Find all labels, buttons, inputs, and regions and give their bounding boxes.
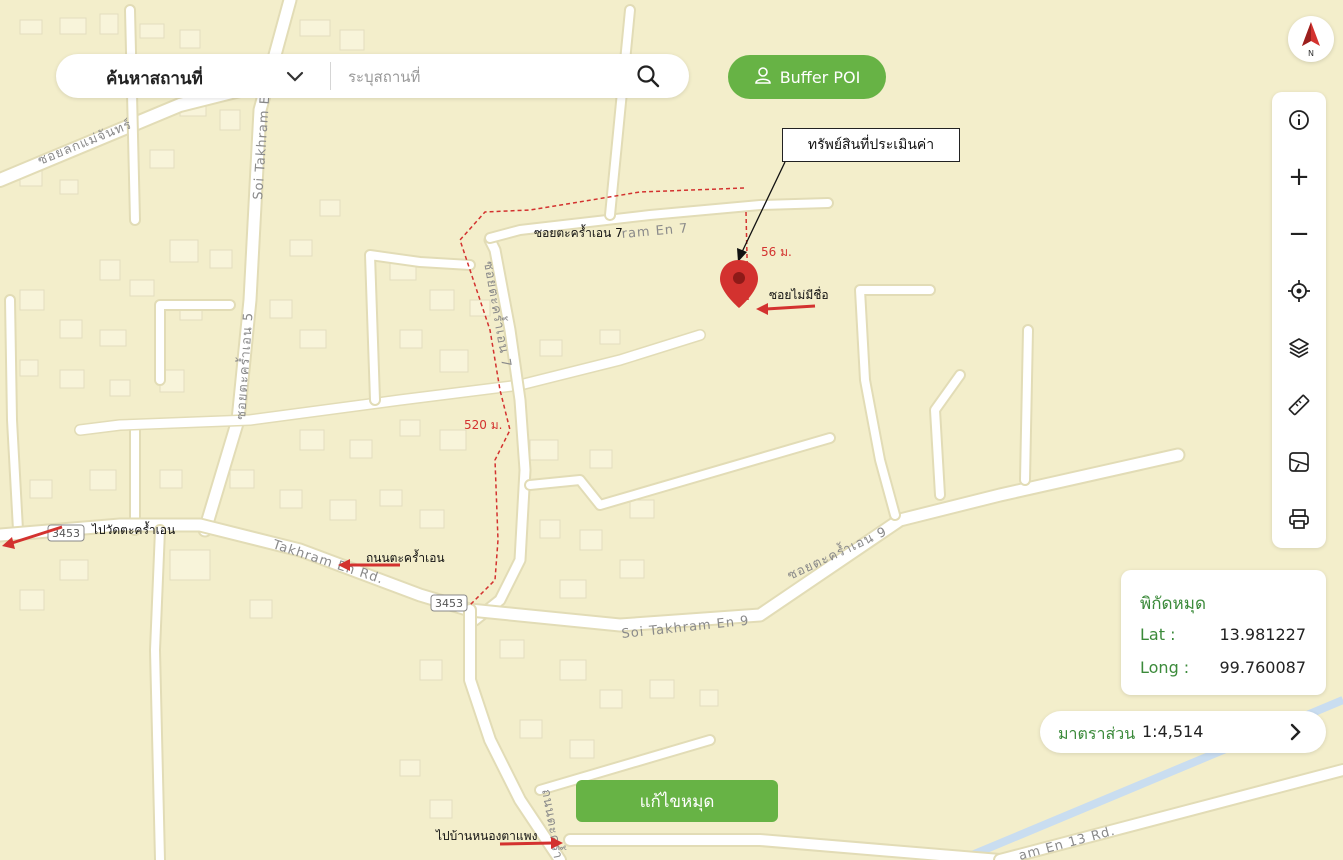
print-button[interactable] — [1272, 499, 1326, 539]
info-button[interactable] — [1272, 100, 1326, 140]
road-label-soi-lok: ซอยลกแม่จันทร์ — [36, 116, 135, 168]
buffer-poi-button[interactable]: Buffer POI — [728, 55, 886, 99]
lat-label: Lat : — [1140, 625, 1176, 644]
property-callout: ทรัพย์สินที่ประเมินค่า — [782, 128, 960, 162]
long-value: 99.760087 — [1219, 658, 1306, 677]
scale-value: 1:4,514 — [1142, 722, 1204, 741]
buffer-poi-label: Buffer POI — [779, 67, 861, 87]
layers-icon — [1289, 338, 1309, 358]
layers-button[interactable] — [1272, 328, 1326, 368]
edit-pin-label: แก้ไขหมุด — [639, 791, 715, 812]
zoom-out-button[interactable]: − — [1272, 214, 1326, 254]
svg-text:N: N — [1308, 49, 1314, 58]
draw-area-button[interactable] — [1272, 442, 1326, 482]
coordinates-panel: พิกัดหมุด Lat : 13.981227 Long : 99.7600… — [1121, 570, 1326, 695]
road-label-soi-9-th: ซอยตะคร้ำเอน 9 — [784, 522, 890, 584]
search-category-select[interactable]: ค้นหาสถานที่ — [106, 65, 203, 92]
edit-pin-button[interactable]: แก้ไขหมุด — [576, 780, 778, 822]
locate-icon — [1288, 280, 1310, 302]
road-label-soi-7-en: ram En 7 — [621, 221, 689, 242]
search-bar: ค้นหาสถานที่ — [56, 54, 689, 98]
zoom-in-button[interactable]: + — [1272, 157, 1326, 197]
search-divider — [330, 62, 331, 90]
long-label: Long : — [1140, 658, 1190, 677]
scale-panel[interactable]: มาตราส่วน 1:4,514 — [1040, 711, 1326, 753]
chevron-down-icon[interactable] — [284, 65, 306, 91]
lat-value: 13.981227 — [1219, 625, 1306, 644]
map-toolbar: + − — [1272, 92, 1326, 548]
draw-area-icon — [1289, 452, 1309, 472]
compass-button[interactable]: N — [1288, 16, 1334, 62]
print-icon — [1289, 509, 1309, 529]
locate-button[interactable] — [1272, 271, 1326, 311]
user-pin-icon — [754, 66, 772, 88]
compass-icon: N — [1302, 22, 1320, 58]
ruler-icon — [1288, 394, 1310, 416]
route-shield: 3453 — [430, 594, 468, 612]
distance-label-56: 56 ม. — [761, 245, 792, 259]
svg-text:3453: 3453 — [435, 597, 463, 610]
search-input[interactable] — [346, 62, 620, 92]
annotation-main-road: ถนนตะคร้ำเอน — [366, 551, 445, 565]
annotation-soi-7: ซอยตะคร้ำเอน 7 — [534, 226, 623, 240]
zoom-out-icon: − — [1288, 219, 1310, 249]
annotation-to-wat: ไปวัดตะคร้ำเอน — [92, 523, 176, 537]
route-shield: 3453 — [47, 524, 85, 542]
annotation-unnamed-soi: ซอยไม่มีชื่อ — [769, 288, 829, 302]
distance-label-520: 520 ม. — [464, 418, 503, 432]
info-icon — [1289, 110, 1309, 130]
chevron-right-icon[interactable] — [1284, 720, 1306, 748]
road-label-soi-5-th: ซอยตะคร้ำเอน 5 — [231, 311, 257, 420]
ruler-button[interactable] — [1272, 385, 1326, 425]
search-icon[interactable] — [636, 64, 660, 92]
annotation-to-ban: ไปบ้านหนองตาแพง — [436, 829, 538, 843]
scale-label: มาตราส่วน — [1058, 724, 1136, 743]
coordinates-title: พิกัดหมุด — [1140, 594, 1206, 614]
property-pin-icon[interactable] — [720, 260, 758, 308]
zoom-in-icon: + — [1288, 162, 1310, 192]
